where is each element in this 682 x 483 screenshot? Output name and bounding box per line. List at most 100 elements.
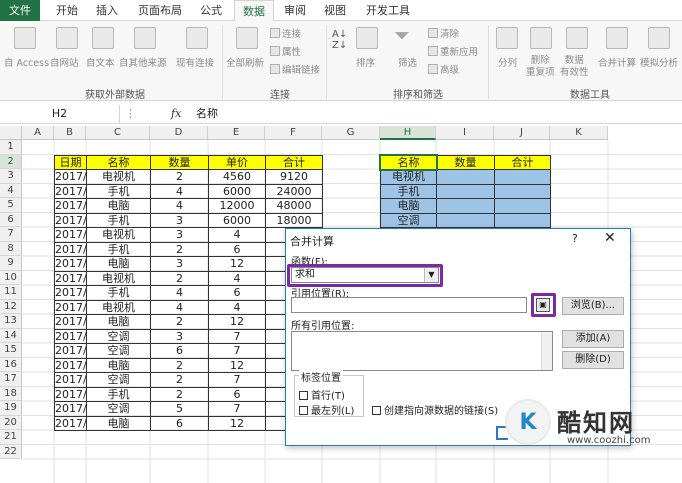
existing-connections-button[interactable]: 现有连接 — [176, 55, 214, 69]
table-cell[interactable]: 空调 — [86, 401, 151, 417]
column-header[interactable]: A — [22, 126, 54, 140]
row-header[interactable]: 6 — [0, 212, 22, 227]
table-cell[interactable]: 24000 — [265, 183, 323, 199]
table-header-cell[interactable]: 日期 — [54, 154, 87, 170]
table-cell[interactable]: 2017/1/12 — [54, 169, 87, 185]
tab-developer[interactable]: 开发工具 — [360, 0, 416, 21]
tab-review[interactable]: 审阅 — [278, 0, 312, 21]
column-header[interactable]: J — [494, 126, 550, 140]
table-cell[interactable]: 电脑 — [86, 314, 151, 330]
row-header[interactable]: 11 — [0, 285, 22, 300]
table-cell[interactable]: 6 — [208, 386, 266, 402]
summary-cell[interactable] — [494, 169, 551, 185]
connections-button[interactable]: 连接 — [270, 26, 301, 40]
row-header[interactable]: 9 — [0, 256, 22, 271]
table-cell[interactable]: 手机 — [86, 183, 151, 199]
summary-cell[interactable] — [436, 212, 495, 228]
row-header[interactable]: 21 — [0, 430, 22, 445]
summary-header-cell[interactable]: 合计 — [494, 154, 551, 170]
table-cell[interactable]: 2017/1/17 — [54, 241, 87, 257]
table-cell[interactable]: 2017/1/22 — [54, 314, 87, 330]
table-cell[interactable]: 7 — [208, 401, 266, 417]
table-cell[interactable]: 电脑 — [86, 256, 151, 272]
from-text-button[interactable]: 自文本 — [86, 55, 115, 69]
table-cell[interactable]: 2017/1/18 — [54, 256, 87, 272]
table-cell[interactable]: 2 — [150, 270, 209, 286]
table-cell[interactable]: 18000 — [265, 212, 323, 228]
table-cell[interactable]: 9120 — [265, 169, 323, 185]
table-cell[interactable]: 2017/1/21 — [54, 299, 87, 315]
row-header[interactable]: 7 — [0, 227, 22, 242]
table-cell[interactable]: 空调 — [86, 328, 151, 344]
table-cell[interactable]: 空调 — [86, 372, 151, 388]
table-header-cell[interactable]: 单价 — [208, 154, 266, 170]
remove-duplicates-button[interactable]: 删除 重复项 — [526, 55, 555, 79]
column-header[interactable]: K — [550, 126, 608, 140]
column-header[interactable]: F — [265, 126, 322, 140]
summary-cell[interactable] — [494, 183, 551, 199]
table-cell[interactable]: 电视机 — [86, 299, 151, 315]
tab-formulas[interactable]: 公式 — [194, 0, 228, 21]
left-column-checkbox[interactable]: 最左列(L) — [299, 402, 354, 417]
table-cell[interactable]: 5 — [150, 401, 209, 417]
link-source-checkbox[interactable]: 创建指向源数据的链接(S) — [372, 402, 498, 417]
table-cell[interactable]: 2 — [150, 314, 209, 330]
table-cell[interactable]: 2 — [150, 372, 209, 388]
tab-view[interactable]: 视图 — [318, 0, 352, 21]
table-cell[interactable]: 2017/1/29 — [54, 415, 87, 431]
table-cell[interactable]: 空调 — [86, 343, 151, 359]
summary-cell[interactable] — [494, 212, 551, 228]
row-header[interactable]: 2 — [0, 154, 22, 169]
browse-button[interactable]: 浏览(B)... — [562, 297, 624, 315]
refresh-all-button[interactable]: 全部刷新 — [226, 55, 264, 69]
table-header-cell[interactable]: 数量 — [150, 154, 209, 170]
table-cell[interactable]: 2017/1/14 — [54, 198, 87, 214]
close-button[interactable]: ✕ — [604, 230, 616, 246]
tab-page-layout[interactable]: 页面布局 — [132, 0, 188, 21]
from-other-sources-button[interactable]: 自其他来源 — [119, 55, 167, 69]
summary-cell[interactable] — [436, 169, 495, 185]
table-header-cell[interactable]: 名称 — [86, 154, 151, 170]
tab-insert[interactable]: 插入 — [90, 0, 124, 21]
table-cell[interactable]: 3 — [150, 227, 209, 243]
row-header[interactable]: 5 — [0, 198, 22, 213]
table-cell[interactable]: 2017/1/16 — [54, 227, 87, 243]
table-cell[interactable]: 手机 — [86, 386, 151, 402]
table-cell[interactable]: 电视机 — [86, 169, 151, 185]
table-cell[interactable]: 6 — [150, 415, 209, 431]
row-header[interactable]: 18 — [0, 386, 22, 401]
table-cell[interactable]: 4 — [208, 299, 266, 315]
table-cell[interactable]: 2017/1/28 — [54, 401, 87, 417]
summary-cell[interactable]: 手机 — [380, 183, 437, 199]
tab-file[interactable]: 文件 — [0, 0, 40, 21]
table-cell[interactable]: 12 — [208, 256, 266, 272]
row-header[interactable]: 19 — [0, 401, 22, 416]
list-scrollbar[interactable] — [541, 332, 552, 370]
table-cell[interactable]: 12 — [208, 357, 266, 373]
edit-links-button[interactable]: 编辑链接 — [270, 62, 320, 76]
column-header[interactable]: G — [322, 126, 380, 140]
consolidate-button[interactable]: 合并计算 — [598, 55, 636, 69]
column-header[interactable]: H — [380, 126, 436, 140]
properties-button[interactable]: 属性 — [270, 44, 301, 58]
table-cell[interactable]: 2 — [150, 357, 209, 373]
table-cell[interactable]: 电视机 — [86, 270, 151, 286]
row-header[interactable]: 22 — [0, 444, 22, 459]
row-header[interactable]: 16 — [0, 357, 22, 372]
row-header[interactable]: 12 — [0, 299, 22, 314]
advanced-button[interactable]: 高级 — [428, 62, 459, 76]
tab-data[interactable]: 数据 — [234, 0, 274, 22]
table-cell[interactable]: 电脑 — [86, 198, 151, 214]
help-button[interactable]: ? — [572, 232, 578, 245]
table-cell[interactable]: 12000 — [208, 198, 266, 214]
column-header[interactable]: E — [208, 126, 265, 140]
summary-cell[interactable] — [436, 198, 495, 214]
table-cell[interactable]: 2017/1/25 — [54, 357, 87, 373]
tab-home[interactable]: 开始 — [50, 0, 84, 21]
table-cell[interactable]: 2017/1/27 — [54, 386, 87, 402]
table-cell[interactable]: 3 — [150, 212, 209, 228]
summary-cell[interactable]: 电脑 — [380, 198, 437, 214]
table-cell[interactable]: 3 — [150, 328, 209, 344]
table-cell[interactable]: 电视机 — [86, 227, 151, 243]
table-cell[interactable]: 2017/1/15 — [54, 212, 87, 228]
